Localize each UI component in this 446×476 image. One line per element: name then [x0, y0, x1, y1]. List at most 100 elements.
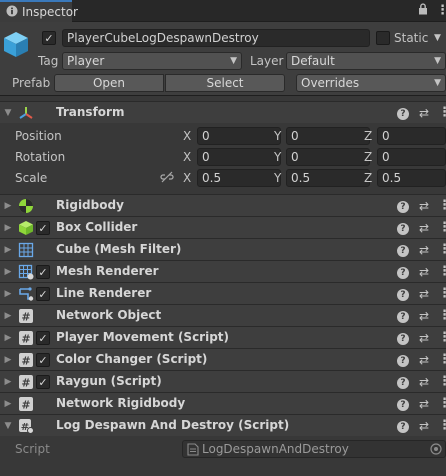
- constrain-proportions-icon[interactable]: [160, 171, 174, 186]
- component-header-rigidbody[interactable]: ▶ Rigidbody ? ⇄ ⋮: [0, 194, 446, 216]
- layer-dropdown[interactable]: Default ▼: [286, 52, 446, 70]
- prefab-select-button[interactable]: Select: [165, 74, 285, 92]
- presets-icon[interactable]: ⇄: [419, 353, 429, 367]
- component-enabled-checkbox[interactable]: ✓: [36, 287, 50, 301]
- static-dropdown-icon[interactable]: ▼: [434, 33, 441, 43]
- help-icon[interactable]: ?: [396, 244, 409, 257]
- static-label: Static: [394, 31, 429, 45]
- help-icon[interactable]: ?: [396, 332, 409, 345]
- component-header-box-collider[interactable]: ▶ ✓ Box Collider ? ⇄ ⋮: [0, 216, 446, 238]
- component-enabled-checkbox[interactable]: ✓: [36, 221, 50, 235]
- presets-icon[interactable]: ⇄: [419, 106, 429, 120]
- component-header-player-movement[interactable]: ▶ # ✓ Player Movement (Script) ? ⇄ ⋮: [0, 326, 446, 348]
- info-icon: [6, 5, 18, 20]
- help-icon[interactable]: ?: [396, 288, 409, 301]
- help-icon[interactable]: ?: [396, 420, 409, 433]
- position-z-field[interactable]: 0: [377, 127, 446, 145]
- line-renderer-icon: [18, 286, 34, 302]
- script-icon: #: [18, 352, 34, 368]
- component-enabled-checkbox[interactable]: ✓: [36, 353, 50, 367]
- component-menu-icon[interactable]: ⋮: [438, 308, 446, 323]
- presets-icon[interactable]: ⇄: [419, 419, 429, 433]
- position-y-field[interactable]: 0: [286, 127, 370, 145]
- mesh-filter-icon: [18, 242, 34, 258]
- presets-icon[interactable]: ⇄: [419, 287, 429, 301]
- lock-icon[interactable]: [418, 3, 428, 18]
- component-header-mesh-renderer[interactable]: ▶ ✓ Mesh Renderer ? ⇄ ⋮: [0, 260, 446, 282]
- component-enabled-checkbox[interactable]: ✓: [36, 375, 50, 389]
- svg-text:#: #: [21, 310, 30, 323]
- help-icon[interactable]: ?: [396, 398, 409, 411]
- presets-icon[interactable]: ⇄: [419, 243, 429, 257]
- rotation-x-field[interactable]: 0: [197, 148, 281, 166]
- component-header-raygun[interactable]: ▶ # ✓ Raygun (Script) ? ⇄ ⋮: [0, 370, 446, 392]
- tab-menu-icon[interactable]: ⋮: [436, 3, 446, 18]
- component-header-color-changer[interactable]: ▶ # ✓ Color Changer (Script) ? ⇄ ⋮: [0, 348, 446, 370]
- fold-closed-icon[interactable]: ▶: [1, 201, 15, 211]
- active-checkbox[interactable]: ✓: [42, 31, 56, 45]
- inspector-tab[interactable]: Inspector: [0, 0, 78, 22]
- fold-closed-icon[interactable]: ▶: [1, 267, 15, 277]
- component-menu-icon[interactable]: ⋮: [438, 286, 446, 301]
- help-icon[interactable]: ?: [396, 376, 409, 389]
- script-icon: #: [18, 396, 34, 412]
- svg-text:#: #: [21, 332, 30, 345]
- static-checkbox[interactable]: ✓: [376, 31, 390, 45]
- component-menu-icon[interactable]: ⋮: [438, 352, 446, 367]
- component-menu-icon[interactable]: ⋮: [438, 418, 446, 433]
- help-icon[interactable]: ?: [396, 222, 409, 235]
- help-icon[interactable]: ?: [396, 266, 409, 279]
- presets-icon[interactable]: ⇄: [419, 221, 429, 235]
- scale-y-field[interactable]: 0.5: [286, 169, 370, 187]
- help-icon[interactable]: ?: [396, 107, 409, 120]
- fold-closed-icon[interactable]: ▶: [1, 311, 15, 321]
- help-icon[interactable]: ?: [396, 310, 409, 323]
- component-menu-icon[interactable]: ⋮: [438, 105, 446, 120]
- component-menu-icon[interactable]: ⋮: [438, 396, 446, 411]
- component-header-transform[interactable]: ▼ Transform ? ⇄ ⋮: [0, 101, 446, 123]
- position-x-field[interactable]: 0: [197, 127, 281, 145]
- prefab-overrides-dropdown[interactable]: Overrides ▼: [296, 74, 446, 92]
- prefab-open-button[interactable]: Open: [54, 74, 164, 92]
- fold-closed-icon[interactable]: ▶: [1, 333, 15, 343]
- component-menu-icon[interactable]: ⋮: [438, 374, 446, 389]
- help-icon[interactable]: ?: [396, 200, 409, 213]
- tag-dropdown[interactable]: Player ▼: [62, 52, 242, 70]
- component-menu-icon[interactable]: ⋮: [438, 330, 446, 345]
- component-enabled-checkbox[interactable]: ✓: [36, 265, 50, 279]
- object-name-field[interactable]: PlayerCubeLogDespawnDestroy: [62, 29, 370, 47]
- presets-icon[interactable]: ⇄: [419, 331, 429, 345]
- component-header-line-renderer[interactable]: ▶ ✓ Line Renderer ? ⇄ ⋮: [0, 282, 446, 304]
- presets-icon[interactable]: ⇄: [419, 397, 429, 411]
- axis-y-label: Y: [274, 171, 282, 185]
- fold-closed-icon[interactable]: ▶: [1, 289, 15, 299]
- component-menu-icon[interactable]: ⋮: [438, 198, 446, 213]
- component-header-log-despawn[interactable]: ▼ # Log Despawn And Destroy (Script) ? ⇄ ⋮: [0, 414, 446, 436]
- presets-icon[interactable]: ⇄: [419, 309, 429, 323]
- fold-closed-icon[interactable]: ▶: [1, 377, 15, 387]
- component-menu-icon[interactable]: ⋮: [438, 264, 446, 279]
- presets-icon[interactable]: ⇄: [419, 199, 429, 213]
- component-title: Line Renderer: [56, 286, 152, 300]
- presets-icon[interactable]: ⇄: [419, 375, 429, 389]
- component-header-network-rigidbody[interactable]: ▶ # Network Rigidbody ? ⇄ ⋮: [0, 392, 446, 414]
- rotation-y-field[interactable]: 0: [286, 148, 370, 166]
- fold-closed-icon[interactable]: ▶: [1, 355, 15, 365]
- scale-x-field[interactable]: 0.5: [197, 169, 281, 187]
- component-enabled-checkbox[interactable]: ✓: [36, 331, 50, 345]
- component-title: Color Changer (Script): [56, 352, 208, 366]
- fold-closed-icon[interactable]: ▶: [1, 399, 15, 409]
- chevron-down-icon: ▼: [434, 78, 441, 88]
- fold-open-icon[interactable]: ▼: [1, 108, 15, 118]
- help-icon[interactable]: ?: [396, 354, 409, 367]
- rotation-z-field[interactable]: 0: [377, 148, 446, 166]
- component-menu-icon[interactable]: ⋮: [438, 242, 446, 257]
- fold-open-icon[interactable]: ▼: [1, 421, 15, 431]
- component-menu-icon[interactable]: ⋮: [438, 220, 446, 235]
- presets-icon[interactable]: ⇄: [419, 265, 429, 279]
- scale-z-field[interactable]: 0.5: [377, 169, 446, 187]
- component-header-mesh-filter[interactable]: ▶ Cube (Mesh Filter) ? ⇄ ⋮: [0, 238, 446, 260]
- fold-closed-icon[interactable]: ▶: [1, 245, 15, 255]
- fold-closed-icon[interactable]: ▶: [1, 223, 15, 233]
- component-header-network-object[interactable]: ▶ # Network Object ? ⇄ ⋮: [0, 304, 446, 326]
